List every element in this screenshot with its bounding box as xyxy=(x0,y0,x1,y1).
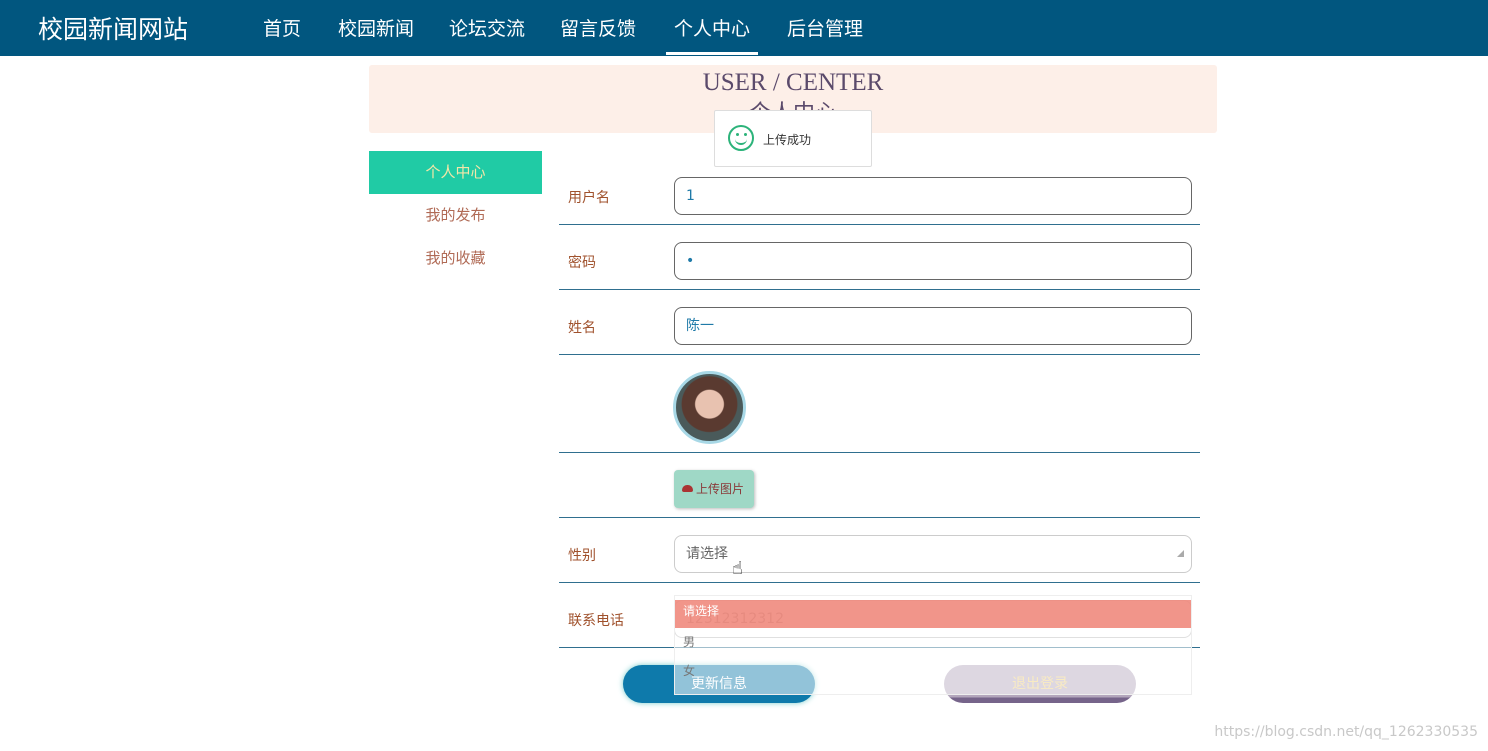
divider xyxy=(559,224,1200,225)
upload-label: 上传图片 xyxy=(696,482,745,496)
gender-placeholder: 请选择 xyxy=(686,546,728,562)
option-male[interactable]: 男 xyxy=(675,628,1191,657)
site-logo[interactable]: 校园新闻网站 xyxy=(38,10,188,46)
password-input[interactable]: • xyxy=(674,242,1192,280)
gender-dropdown: 请选择 男 女 xyxy=(674,595,1192,695)
avatar xyxy=(673,371,746,444)
nav-feedback[interactable]: 留言反馈 xyxy=(560,14,636,41)
cloud-upload-icon xyxy=(682,485,693,492)
smile-icon xyxy=(728,125,754,151)
gender-label: 性别 xyxy=(568,548,596,564)
nav-news[interactable]: 校园新闻 xyxy=(338,14,414,41)
nav-user-center[interactable]: 个人中心 xyxy=(665,14,759,55)
dropdown-arrow-icon xyxy=(1177,550,1184,557)
name-input[interactable]: 陈一 xyxy=(674,307,1192,345)
hand-cursor-icon: ☝ xyxy=(732,558,743,579)
option-female[interactable]: 女 xyxy=(675,657,1191,686)
phone-label: 联系电话 xyxy=(568,613,624,629)
divider xyxy=(559,517,1200,518)
toast-message: 上传成功 xyxy=(763,133,812,147)
divider xyxy=(559,582,1200,583)
top-nav: 校园新闻网站 首页 校园新闻 论坛交流 留言反馈 个人中心 后台管理 xyxy=(0,0,1488,56)
sidebar-item-user-center[interactable]: 个人中心 xyxy=(369,151,542,194)
banner-title: USER / CENTER xyxy=(702,69,884,96)
watermark: https://blog.csdn.net/qq_1262330535 xyxy=(1214,724,1478,740)
success-toast: 上传成功 xyxy=(714,110,872,167)
option-placeholder[interactable]: 请选择 xyxy=(675,600,1191,628)
divider xyxy=(559,452,1200,453)
sidebar-item-my-favorites[interactable]: 我的收藏 xyxy=(369,237,542,280)
divider xyxy=(559,289,1200,290)
gender-select[interactable]: 请选择 xyxy=(674,535,1192,573)
nav-home[interactable]: 首页 xyxy=(263,14,301,41)
username-input[interactable]: 1 xyxy=(674,177,1192,215)
name-label: 姓名 xyxy=(568,320,596,336)
divider xyxy=(559,354,1200,355)
sidebar-item-my-posts[interactable]: 我的发布 xyxy=(369,194,542,237)
nav-forum[interactable]: 论坛交流 xyxy=(449,14,525,41)
password-label: 密码 xyxy=(568,255,596,271)
nav-admin[interactable]: 后台管理 xyxy=(787,14,863,41)
username-label: 用户名 xyxy=(568,190,610,206)
upload-image-button[interactable]: 上传图片 xyxy=(674,470,754,508)
